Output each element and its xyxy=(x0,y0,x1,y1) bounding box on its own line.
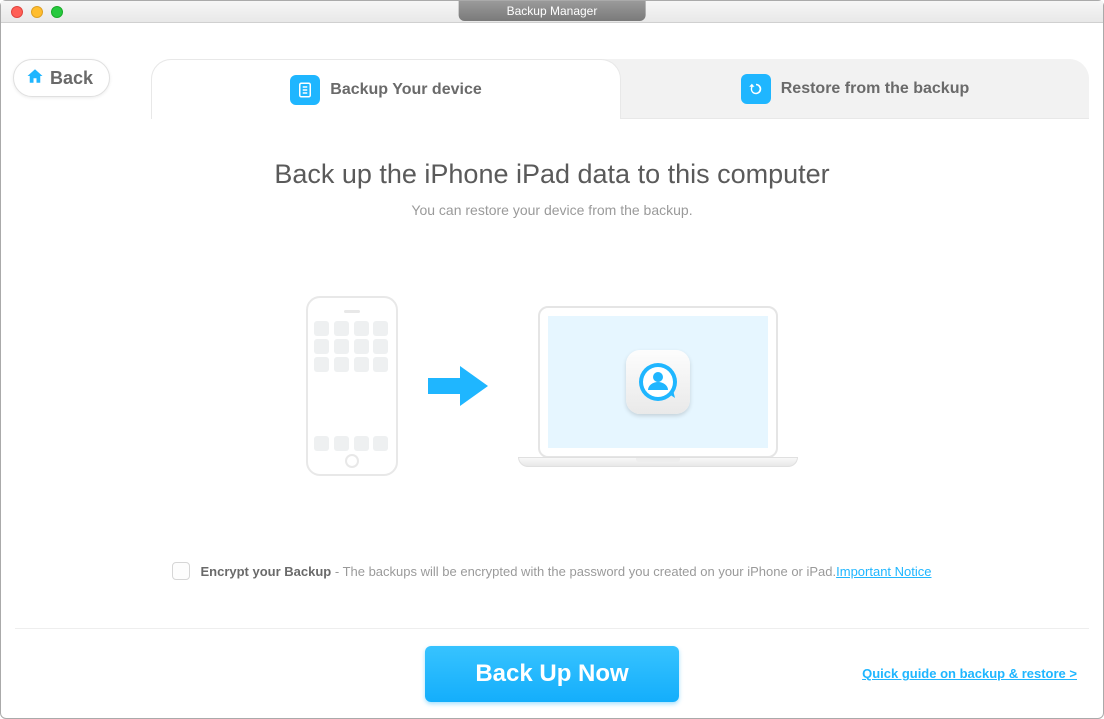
titlebar: Backup Manager xyxy=(1,1,1103,23)
main-content: Back up the iPhone iPad data to this com… xyxy=(1,103,1103,580)
header-area: Back Backup Your device Restore from the… xyxy=(1,23,1103,103)
main-heading: Back up the iPhone iPad data to this com… xyxy=(1,159,1103,190)
encrypt-checkbox[interactable] xyxy=(172,562,190,580)
tab-restore-label: Restore from the backup xyxy=(781,80,969,98)
encrypt-bold-label: Encrypt your Backup xyxy=(200,564,331,579)
app-glyph-icon xyxy=(626,350,690,414)
back-button[interactable]: Back xyxy=(13,59,110,97)
footer: Back Up Now Quick guide on backup & rest… xyxy=(15,628,1089,718)
window-title: Backup Manager xyxy=(459,1,646,21)
home-icon xyxy=(26,67,44,90)
traffic-lights xyxy=(1,6,63,18)
tab-restore[interactable]: Restore from the backup xyxy=(621,59,1089,119)
main-subtitle: You can restore your device from the bac… xyxy=(1,202,1103,218)
important-notice-link[interactable]: Important Notice xyxy=(836,564,931,579)
backup-icon xyxy=(290,75,320,105)
quick-guide-link[interactable]: Quick guide on backup & restore > xyxy=(862,666,1077,681)
encrypt-row: Encrypt your Backup - The backups will b… xyxy=(1,562,1103,580)
tab-backup-label: Backup Your device xyxy=(330,81,481,99)
encrypt-text: Encrypt your Backup - The backups will b… xyxy=(200,564,931,579)
tab-backup[interactable]: Backup Your device xyxy=(151,59,621,119)
backup-now-button[interactable]: Back Up Now xyxy=(425,646,678,702)
arrow-right-icon xyxy=(428,364,488,408)
illustration xyxy=(1,296,1103,476)
laptop-icon xyxy=(518,306,798,467)
encrypt-description: - The backups will be encrypted with the… xyxy=(331,564,836,579)
maximize-window-button[interactable] xyxy=(51,6,63,18)
back-button-label: Back xyxy=(50,68,93,89)
tab-row: Backup Your device Restore from the back… xyxy=(151,59,1089,119)
restore-icon xyxy=(741,74,771,104)
close-window-button[interactable] xyxy=(11,6,23,18)
phone-icon xyxy=(306,296,398,476)
minimize-window-button[interactable] xyxy=(31,6,43,18)
